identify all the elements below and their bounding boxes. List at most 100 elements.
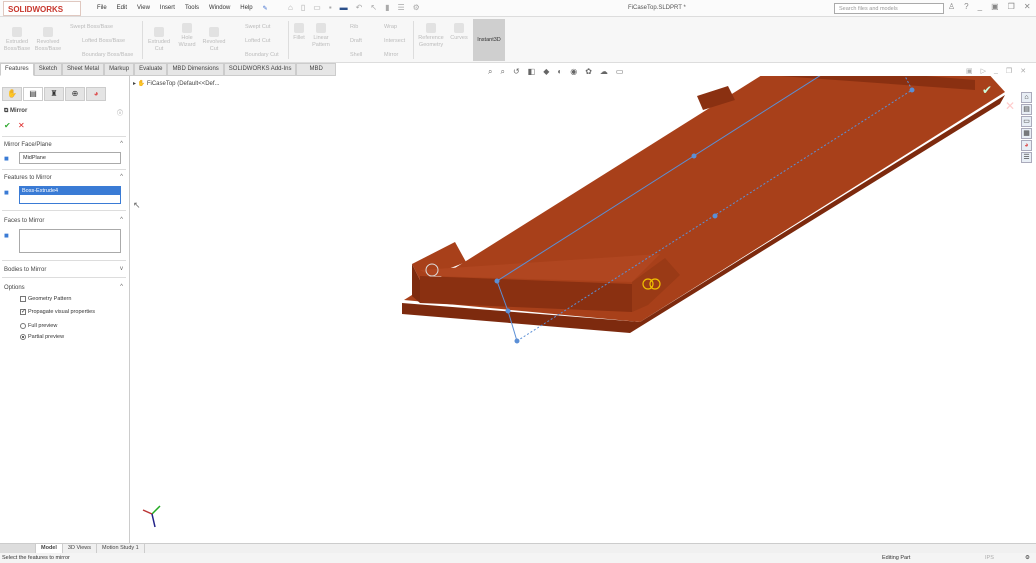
print-icon[interactable]: ▬ [340,3,348,12]
cancel-button[interactable]: ✕ [18,121,25,130]
list-item-boss-extrude4[interactable]: Boss-Extrude4 [20,187,120,195]
feature-manager-tab[interactable]: ✋ [2,87,22,101]
help-icon[interactable]: ? [964,2,968,11]
confirm-corner-cancel-icon[interactable]: ✕ [1005,99,1015,113]
expand-icon[interactable]: v [120,266,123,272]
faces-to-mirror-label[interactable]: Faces to Mirror [4,218,44,224]
display-manager-tab[interactable]: ◕ [86,87,106,101]
resources-icon[interactable]: ▤ [1021,104,1032,115]
help-icon[interactable]: ⓘ [117,108,123,117]
intersect-button[interactable]: Intersect [384,38,405,45]
shell-button[interactable]: Shell [350,52,362,59]
viewport-tile-icon[interactable]: ▣ [966,67,973,75]
menu-file[interactable]: File [97,5,107,12]
graphics-viewport[interactable]: ✔ ✕ ↖ [131,76,1020,543]
tab-3d-views[interactable]: 3D Views [63,544,98,553]
dimxpert-tab[interactable]: ⊕ [65,87,85,101]
custom-properties-icon[interactable]: ☰ [1021,152,1032,163]
tab-motion-study[interactable]: Motion Study 1 [97,544,145,553]
user-icon[interactable]: ♙ [948,2,955,11]
revolved-cut-button[interactable]: Revolved Cut [200,27,228,53]
plane-handle[interactable] [505,308,511,314]
confirm-corner-ok-icon[interactable]: ✔ [982,83,992,97]
radio[interactable] [20,323,26,329]
tab-sketch[interactable]: Sketch [33,63,63,76]
mirror-plane-field[interactable]: MidPlane [19,152,121,164]
tab-addins[interactable]: SOLIDWORKS Add-Ins [223,63,297,76]
configuration-manager-tab[interactable]: ♜ [44,87,64,101]
swept-boss-button[interactable]: Swept Boss/Base [70,24,113,31]
tab-features[interactable]: Features [0,63,34,76]
appearances-icon[interactable]: ◕ [1021,140,1032,151]
instant3d-button[interactable]: Instant3D [473,19,505,61]
menu-help[interactable]: Help [240,5,252,12]
close-button[interactable]: ✕ [1024,2,1031,11]
tile-button[interactable]: ▣ [991,2,999,11]
rib-button[interactable]: Rib [350,24,358,31]
draft-button[interactable]: Draft [350,38,362,45]
file-explorer-icon[interactable]: ▦ [1021,128,1032,139]
menu-window[interactable]: Window [209,5,230,12]
menu-insert[interactable]: Insert [160,5,175,12]
bodies-to-mirror-label[interactable]: Bodies to Mirror [4,267,46,273]
boundary-cut-button[interactable]: Boundary Cut [245,52,279,59]
ok-button[interactable]: ✔ [4,121,11,130]
menu-tools[interactable]: Tools [185,5,199,12]
curves-button[interactable]: Curves [449,23,469,42]
reference-geometry-button[interactable]: Reference Geometry [416,23,446,49]
linear-pattern-button[interactable]: Linear Pattern [310,23,332,49]
fillet-button[interactable]: Fillet [291,23,307,42]
mirror-face-plane-label[interactable]: Mirror Face/Plane [4,142,52,148]
boundary-boss-button[interactable]: Boundary Boss/Base [82,52,133,59]
units-selector[interactable]: IPS [985,555,994,561]
plane-handle[interactable] [494,278,500,284]
tab-evaluate[interactable]: Evaluate [134,63,168,76]
mirror-button[interactable]: Mirror [384,52,398,59]
options-gear-icon[interactable]: ⚙ [413,3,420,12]
collapse-icon[interactable]: ^ [120,174,123,180]
tab-markup[interactable]: Markup [104,63,135,76]
solidworks-logo[interactable]: SOLIDWORKS [3,1,81,16]
revolved-boss-button[interactable]: Revolved Boss/Base [34,27,62,53]
plane-handle[interactable] [514,338,520,344]
checkbox[interactable] [20,296,26,302]
viewport-min-icon[interactable]: _ [994,67,998,75]
property-manager-tab[interactable]: ▤ [23,87,43,101]
plane-handle[interactable] [691,153,697,159]
file-properties-icon[interactable]: ☰ [397,3,404,12]
faces-to-mirror-list[interactable] [19,229,121,253]
tab-mbd-dimensions[interactable]: MBD Dimensions [167,63,224,76]
select-icon[interactable]: ↖ [370,3,377,12]
plane-handle[interactable] [712,213,718,219]
save-icon[interactable]: ▪ [329,3,332,12]
lofted-cut-button[interactable]: Lofted Cut [245,38,270,45]
search-input[interactable]: Search files and models [834,3,944,14]
home-icon[interactable]: ⌂ [288,3,293,12]
tab-scroll[interactable] [0,544,36,553]
viewport-close-icon[interactable]: ✕ [1020,67,1026,75]
open-icon[interactable]: ▭ [313,3,321,12]
collapse-icon[interactable]: ^ [120,217,123,223]
collapse-icon[interactable]: ^ [120,284,123,290]
new-icon[interactable]: ▯ [301,3,305,12]
options-label[interactable]: Options [4,285,25,291]
undo-icon[interactable]: ↶ [356,3,363,12]
collapse-icon[interactable]: ^ [120,141,123,147]
full-preview-radio[interactable]: Full preview [20,323,57,329]
minimize-button[interactable]: _ [978,2,982,11]
pin-icon[interactable]: ✎ [263,5,268,12]
menu-view[interactable]: View [137,5,150,12]
home-icon[interactable]: ⌂ [1021,92,1032,103]
plane-handle[interactable] [909,87,915,93]
extruded-cut-button[interactable]: Extruded Cut [145,27,173,53]
propagate-visual-checkbox[interactable]: ✓ Propagate visual properties [20,309,95,315]
hole-wizard-button[interactable]: Hole Wizard [175,23,199,49]
features-to-mirror-list[interactable]: Boss-Extrude4 [19,186,121,204]
features-to-mirror-label[interactable]: Features to Mirror [4,175,52,181]
geometry-pattern-checkbox[interactable]: Geometry Pattern [20,296,71,302]
tab-model[interactable]: Model [36,544,63,553]
menu-edit[interactable]: Edit [117,5,127,12]
rebuild-icon[interactable]: ▮ [385,3,389,12]
viewport-restore-icon[interactable]: ❐ [1006,67,1012,75]
tab-sheet-metal[interactable]: Sheet Metal [62,63,105,76]
